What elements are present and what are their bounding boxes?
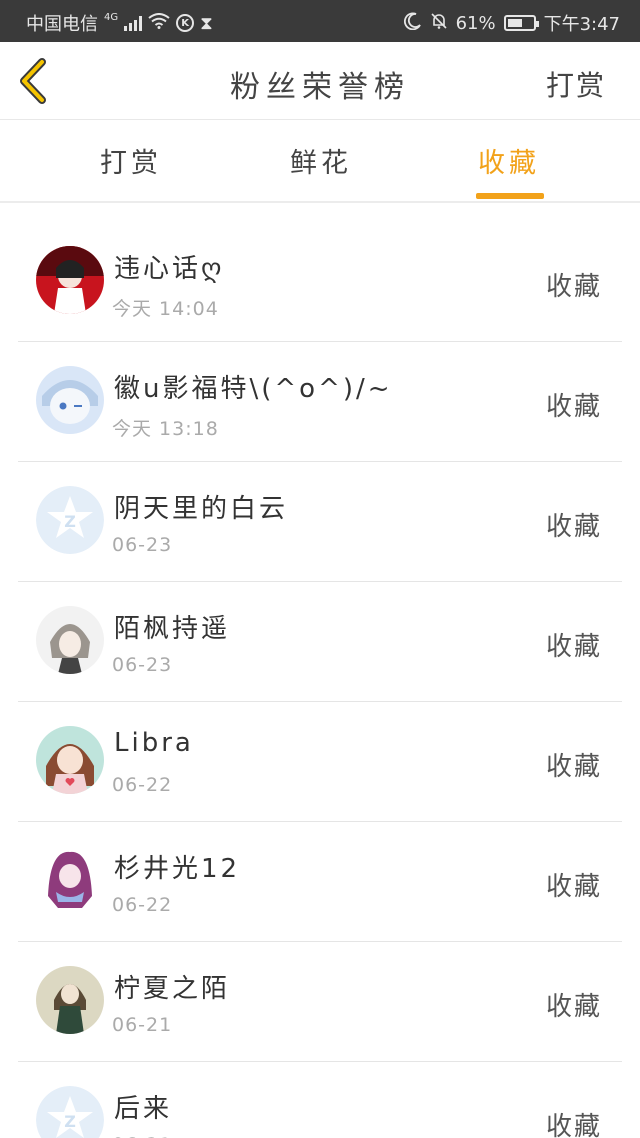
favorite-label: 收藏 [545, 1112, 602, 1138]
list-item[interactable]: 违心话ღ 今天 14:04 收藏 [18, 222, 622, 342]
fan-time: 06-21 [112, 1134, 172, 1138]
fan-name: 杉井光12 [114, 854, 241, 884]
fan-time: 06-21 [112, 1014, 173, 1036]
fan-time: 今天 13:18 [112, 418, 219, 440]
fan-time: 06-23 [112, 534, 173, 556]
tab-favorites[interactable]: 收藏 [478, 141, 540, 180]
status-right: 61% 下午3:47 [403, 10, 620, 36]
reward-button[interactable]: 打赏 [546, 64, 606, 104]
avatar [36, 726, 104, 794]
tab-flowers[interactable]: 鲜花 [290, 141, 352, 180]
list-item[interactable]: 陌枫持遥 06-23 收藏 [18, 582, 622, 702]
svg-text:Z: Z [64, 1112, 76, 1131]
list-item[interactable]: Z 后来 06-21 收藏 [18, 1062, 622, 1138]
default-avatar-icon: Z [36, 486, 104, 554]
k-app-icon: K [176, 14, 195, 32]
fan-name: 阴天里的白云 [114, 494, 289, 524]
network-type: 4G [104, 11, 119, 23]
avatar [36, 606, 104, 674]
favorite-label: 收藏 [545, 752, 602, 782]
favorite-label: 收藏 [545, 992, 602, 1022]
fan-list: 违心话ღ 今天 14:04 收藏 徽u影福特\(^o^)/~ 今天 13:18 … [0, 222, 640, 1138]
wifi-icon [148, 12, 170, 34]
avatar [36, 966, 104, 1034]
fan-name: 陌枫持遥 [114, 614, 231, 644]
fan-name: 柠夏之陌 [114, 974, 231, 1004]
avatar: Z [36, 486, 104, 554]
avatar [36, 366, 104, 434]
active-tab-indicator [476, 193, 544, 199]
list-item[interactable]: 杉井光12 06-22 收藏 [18, 822, 622, 942]
list-item[interactable]: Libra 06-22 收藏 [18, 702, 622, 822]
signal-icon [124, 15, 143, 31]
moon-icon [403, 12, 422, 35]
carrier-label: 中国电信 [26, 14, 98, 35]
battery-icon [503, 15, 539, 31]
battery-percent: 61% [455, 12, 496, 34]
favorite-label: 收藏 [545, 872, 602, 902]
favorite-label: 收藏 [545, 512, 602, 542]
fan-time: 06-22 [112, 894, 173, 916]
status-bar: 中国电信 4G K ⧗ 61% 下午3:47 [0, 0, 640, 42]
bell-off-icon [430, 12, 448, 35]
list-item[interactable]: 柠夏之陌 06-21 收藏 [18, 942, 622, 1062]
title-bar: 粉丝荣誉榜 打赏 [0, 42, 640, 120]
fan-name: Libra [114, 728, 194, 758]
fan-time: 06-23 [112, 654, 173, 676]
favorite-label: 收藏 [545, 632, 602, 662]
hourglass-icon: ⧗ [200, 12, 213, 34]
avatar [36, 846, 104, 914]
fan-time: 今天 14:04 [112, 298, 219, 320]
fan-name: 徽u影福特\(^o^)/~ [114, 374, 393, 404]
svg-text:Z: Z [64, 512, 76, 531]
fan-name: 后来 [114, 1094, 173, 1124]
list-item[interactable]: Z 阴天里的白云 06-23 收藏 [18, 462, 622, 582]
fan-time: 06-22 [112, 774, 173, 796]
list-item[interactable]: 徽u影福特\(^o^)/~ 今天 13:18 收藏 [18, 342, 622, 462]
clock: 下午3:47 [543, 14, 620, 35]
avatar [36, 246, 104, 314]
tab-bar: 打赏 鲜花 收藏 [0, 121, 640, 203]
avatar: Z [36, 1086, 104, 1138]
page-title: 粉丝荣誉榜 [230, 70, 410, 105]
status-left: 中国电信 4G K ⧗ [26, 10, 213, 36]
favorite-label: 收藏 [545, 392, 602, 422]
favorite-label: 收藏 [545, 272, 602, 302]
tab-reward[interactable]: 打赏 [100, 141, 162, 180]
fan-name: 违心话ღ [114, 254, 225, 284]
default-avatar-icon: Z [36, 1086, 104, 1138]
